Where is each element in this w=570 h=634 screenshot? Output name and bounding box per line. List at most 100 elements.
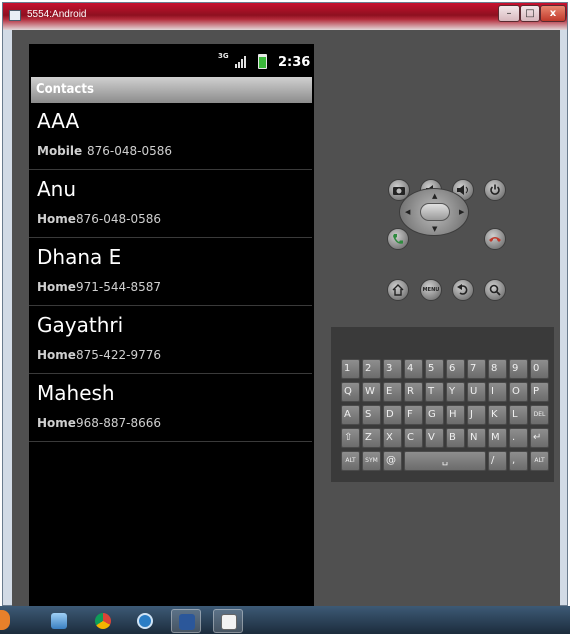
contact-phone: 876-048-0586 xyxy=(76,212,162,226)
key-z[interactable]: Z xyxy=(362,428,381,448)
contact-type: Home xyxy=(37,416,76,430)
key-c[interactable]: C xyxy=(404,428,423,448)
key-p[interactable]: P xyxy=(530,382,549,402)
key-w[interactable]: W xyxy=(362,382,381,402)
dell-icon xyxy=(137,613,153,629)
key-slash[interactable]: / xyxy=(488,451,507,471)
key-m[interactable]: M xyxy=(488,428,507,448)
start-button[interactable] xyxy=(0,610,10,630)
status-bar: 3G 2:36 xyxy=(29,44,314,77)
dpad-up-icon[interactable]: ▲ xyxy=(432,192,437,200)
word-icon xyxy=(179,614,195,630)
key-alt-right[interactable]: ALT xyxy=(530,451,549,471)
key-l[interactable]: L xyxy=(509,405,528,425)
key-k[interactable]: K xyxy=(488,405,507,425)
key-o[interactable]: O xyxy=(509,382,528,402)
menu-button[interactable]: MENU xyxy=(420,279,442,301)
contact-name: Mahesh xyxy=(37,381,115,405)
key-d[interactable]: D xyxy=(383,405,402,425)
key-del[interactable]: DEL xyxy=(530,405,549,425)
minimize-button[interactable]: – xyxy=(498,5,520,22)
back-icon[interactable] xyxy=(452,279,474,301)
key-e[interactable]: E xyxy=(383,382,402,402)
explorer-icon xyxy=(51,613,67,629)
key-at[interactable]: @ xyxy=(383,451,402,471)
key-i[interactable]: I xyxy=(488,382,507,402)
dpad-right-icon[interactable]: ▶ xyxy=(459,208,464,216)
taskbar-item[interactable] xyxy=(213,609,243,633)
key-v[interactable]: V xyxy=(425,428,444,448)
end-call-icon[interactable] xyxy=(484,228,506,250)
key-shift[interactable]: ⇧ xyxy=(341,428,360,448)
search-icon[interactable] xyxy=(484,279,506,301)
title-bar[interactable]: 5554:Android – □ x xyxy=(3,3,567,30)
dpad-left-icon[interactable]: ◀ xyxy=(405,208,410,216)
emulator-body: 3G 2:36 Contacts AAA Mobile 876-048-0586 xyxy=(12,30,560,610)
maximize-button[interactable]: □ xyxy=(520,5,540,22)
key-a[interactable]: A xyxy=(341,405,360,425)
key-9[interactable]: 9 xyxy=(509,359,528,379)
key-s[interactable]: S xyxy=(362,405,381,425)
key-sym[interactable]: SYM xyxy=(362,451,381,471)
page-title: Contacts xyxy=(36,82,94,97)
contact-item[interactable]: Gayathri Home 875-422-9776 xyxy=(29,307,312,374)
close-button[interactable]: x xyxy=(540,5,566,22)
emulator-window: 5554:Android – □ x 3G 2:36 Contacts AAA … xyxy=(2,2,568,610)
contact-name: AAA xyxy=(37,109,80,133)
key-3[interactable]: 3 xyxy=(383,359,402,379)
home-icon[interactable] xyxy=(387,279,409,301)
key-1[interactable]: 1 xyxy=(341,359,360,379)
contact-name: Anu xyxy=(37,177,77,201)
key-8[interactable]: 8 xyxy=(488,359,507,379)
key-2[interactable]: 2 xyxy=(362,359,381,379)
contacts-header: Contacts xyxy=(31,77,312,103)
key-enter[interactable]: ↵ xyxy=(530,428,549,448)
key-period[interactable]: . xyxy=(509,428,528,448)
dpad-down-icon[interactable]: ▼ xyxy=(432,225,437,233)
contact-type: Home xyxy=(37,212,76,226)
power-icon[interactable] xyxy=(484,179,506,201)
dpad-center-button[interactable] xyxy=(420,203,450,221)
key-y[interactable]: Y xyxy=(446,382,465,402)
key-6[interactable]: 6 xyxy=(446,359,465,379)
key-7[interactable]: 7 xyxy=(467,359,486,379)
network-type: 3G xyxy=(218,52,229,60)
dpad[interactable]: ▲ ▼ ◀ ▶ xyxy=(399,188,469,236)
windows-taskbar xyxy=(0,606,570,634)
contact-item[interactable]: AAA Mobile 876-048-0586 xyxy=(29,103,312,170)
contact-type: Mobile xyxy=(37,144,83,158)
key-0[interactable]: 0 xyxy=(530,359,549,379)
key-g[interactable]: G xyxy=(425,405,444,425)
call-icon[interactable] xyxy=(387,228,409,250)
key-5[interactable]: 5 xyxy=(425,359,444,379)
contact-item[interactable]: Mahesh Home 968-887-8666 xyxy=(29,375,312,442)
key-q[interactable]: Q xyxy=(341,382,360,402)
taskbar-item[interactable] xyxy=(44,609,74,633)
device-screen[interactable]: 3G 2:36 Contacts AAA Mobile 876-048-0586 xyxy=(29,44,314,610)
key-h[interactable]: H xyxy=(446,405,465,425)
key-alt-left[interactable]: ALT xyxy=(341,451,360,471)
battery-icon xyxy=(258,54,267,69)
key-comma[interactable]: , xyxy=(509,451,528,471)
contact-type: Home xyxy=(37,348,76,362)
key-space[interactable]: ␣ xyxy=(404,451,486,471)
contact-phone: 876-048-0586 xyxy=(87,144,173,158)
key-j[interactable]: J xyxy=(467,405,486,425)
chrome-icon xyxy=(95,613,111,629)
contact-item[interactable]: Anu Home 876-048-0586 xyxy=(29,171,312,238)
taskbar-item[interactable] xyxy=(88,609,118,633)
contact-name: Dhana E xyxy=(37,245,122,269)
key-4[interactable]: 4 xyxy=(404,359,423,379)
taskbar-item[interactable] xyxy=(171,609,201,633)
key-u[interactable]: U xyxy=(467,382,486,402)
taskbar-item[interactable] xyxy=(130,609,160,633)
key-r[interactable]: R xyxy=(404,382,423,402)
key-t[interactable]: T xyxy=(425,382,444,402)
key-b[interactable]: B xyxy=(446,428,465,448)
key-n[interactable]: N xyxy=(467,428,486,448)
status-clock: 2:36 xyxy=(278,55,311,70)
contact-item[interactable]: Dhana E Home 971-544-8587 xyxy=(29,239,312,306)
window-title: 5554:Android xyxy=(27,9,87,20)
key-x[interactable]: X xyxy=(383,428,402,448)
key-f[interactable]: F xyxy=(404,405,423,425)
